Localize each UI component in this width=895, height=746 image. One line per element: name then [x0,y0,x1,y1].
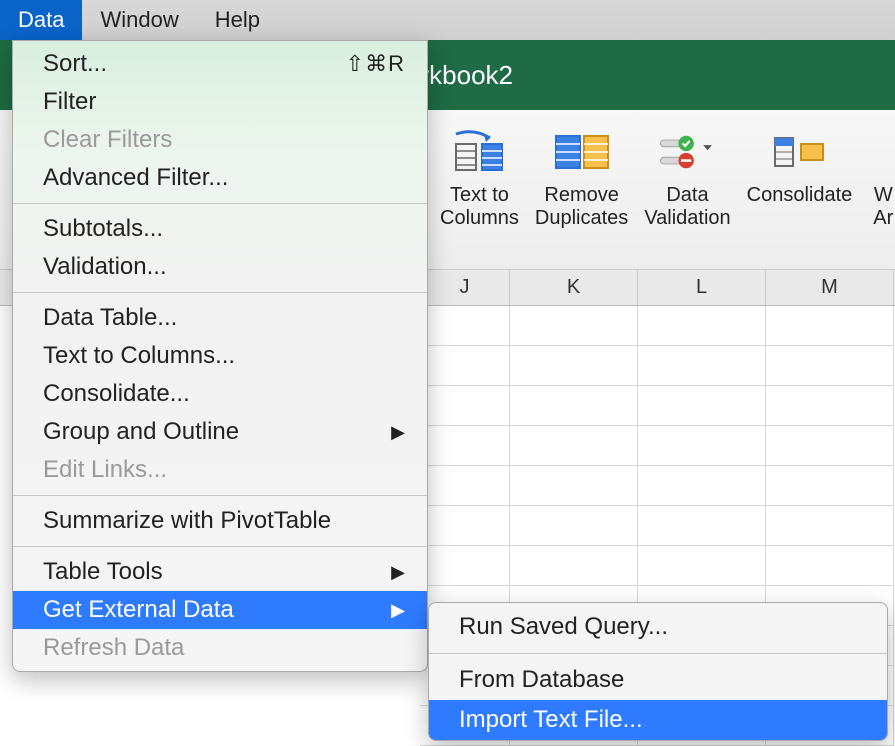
cell[interactable] [766,506,894,546]
cell[interactable] [766,306,894,346]
menubar-data[interactable]: Data [0,0,82,40]
cell[interactable] [766,546,894,586]
cell[interactable] [510,346,638,386]
menu-sort[interactable]: Sort... ⇧⌘R [13,45,427,83]
menu-separator [429,653,887,654]
menu-filter[interactable]: Filter [13,83,427,121]
menu-group-outline[interactable]: Group and Outline ▶ [13,413,427,451]
column-header[interactable]: L [638,270,766,305]
data-menu: Sort... ⇧⌘R Filter Clear Filters Advance… [12,40,428,672]
menu-label: Data Table... [43,304,177,332]
cell[interactable] [420,386,510,426]
menu-table-tools[interactable]: Table Tools ▶ [13,553,427,591]
ribbon-label: Data Validation [644,184,730,230]
get-external-data-submenu: Run Saved Query... From Database Import … [428,602,888,741]
menu-label: Text to Columns... [43,342,235,370]
cell[interactable] [510,466,638,506]
cell[interactable] [638,426,766,466]
menu-label: Refresh Data [43,634,184,662]
menu-separator [13,546,427,547]
column-header[interactable]: J [420,270,510,305]
menu-label: Edit Links... [43,456,167,484]
column-header[interactable]: K [510,270,638,305]
menu-label: Table Tools [43,558,163,586]
submenu-import-text-file[interactable]: Import Text File... [429,700,887,740]
submenu-arrow-icon: ▶ [391,562,405,583]
cell[interactable] [510,506,638,546]
submenu-arrow-icon: ▶ [391,422,405,443]
cell[interactable] [766,386,894,426]
cell[interactable] [638,386,766,426]
cell[interactable] [510,386,638,426]
cell[interactable] [638,306,766,346]
text-to-columns-icon [449,128,509,176]
ribbon-label: W Ar [873,184,893,230]
cell[interactable] [420,426,510,466]
cell[interactable] [510,426,638,466]
cell[interactable] [638,346,766,386]
menu-data-table[interactable]: Data Table... [13,299,427,337]
menu-text-to-columns[interactable]: Text to Columns... [13,337,427,375]
menu-label: From Database [459,666,624,693]
menu-label: Import Text File... [459,706,643,733]
ribbon-consolidate[interactable]: Consolidate [747,128,853,207]
menu-label: Sort... [43,50,107,78]
menu-label: Validation... [43,253,167,281]
menu-label: Get External Data [43,596,234,624]
menu-label: Summarize with PivotTable [43,507,331,535]
ribbon-text-to-columns[interactable]: Text to Columns [440,128,519,230]
menu-shortcut: ⇧⌘R [346,51,405,77]
ribbon-data-validation[interactable]: Data Validation [644,128,730,230]
menu-edit-links: Edit Links... [13,451,427,489]
cell[interactable] [638,546,766,586]
menu-separator [13,495,427,496]
menubar-window[interactable]: Window [82,0,196,40]
menu-label: Subtotals... [43,215,163,243]
menu-advanced-filter[interactable]: Advanced Filter... [13,159,427,197]
cell[interactable] [766,346,894,386]
ribbon-label: Consolidate [747,184,853,207]
cell[interactable] [766,426,894,466]
menubar: Data Window Help [0,0,895,40]
menu-subtotals[interactable]: Subtotals... [13,210,427,248]
cell[interactable] [420,506,510,546]
menubar-help[interactable]: Help [197,0,278,40]
menu-refresh-data: Refresh Data [13,629,427,667]
cell[interactable] [420,546,510,586]
menu-label: Filter [43,88,96,116]
submenu-arrow-icon: ▶ [391,600,405,621]
cell[interactable] [420,466,510,506]
ribbon-label: Remove Duplicates [535,184,628,230]
column-header[interactable]: M [766,270,894,305]
ribbon-whatif[interactable]: W Ar [868,128,895,230]
menu-label: Group and Outline [43,418,239,446]
cell[interactable] [510,306,638,346]
whatif-icon [868,128,895,176]
menu-get-external-data[interactable]: Get External Data ▶ [13,591,427,629]
submenu-from-database[interactable]: From Database [429,660,887,700]
consolidate-icon [769,128,829,176]
menu-consolidate[interactable]: Consolidate... [13,375,427,413]
menu-label: Advanced Filter... [43,164,228,192]
cell[interactable] [638,466,766,506]
menu-validation[interactable]: Validation... [13,248,427,286]
menu-label: Clear Filters [43,126,172,154]
menu-separator [13,203,427,204]
cell[interactable] [420,306,510,346]
cell[interactable] [420,346,510,386]
remove-duplicates-icon [552,128,612,176]
menu-separator [13,292,427,293]
menu-clear-filters: Clear Filters [13,121,427,159]
menu-label: Consolidate... [43,380,190,408]
cell[interactable] [510,546,638,586]
menu-summarize-pivot[interactable]: Summarize with PivotTable [13,502,427,540]
ribbon-remove-duplicates[interactable]: Remove Duplicates [535,128,628,230]
menu-label: Run Saved Query... [459,613,668,640]
data-validation-icon [657,128,717,176]
submenu-run-saved-query[interactable]: Run Saved Query... [429,607,887,647]
cell[interactable] [638,506,766,546]
cell[interactable] [766,466,894,506]
ribbon-label: Text to Columns [440,184,519,230]
